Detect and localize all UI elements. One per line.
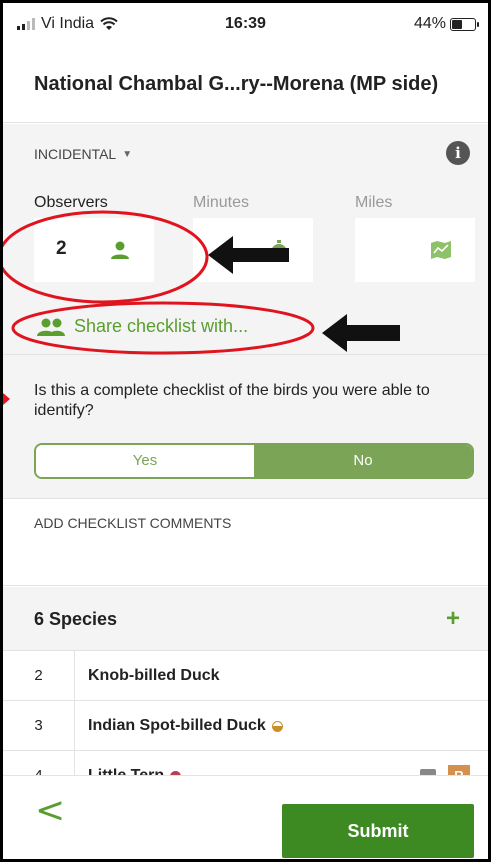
species-header: 6 Species + — [3, 587, 488, 651]
info-icon[interactable]: i — [446, 141, 470, 165]
miles-field[interactable] — [355, 218, 475, 282]
person-icon — [111, 241, 129, 259]
protocol-label: INCIDENTAL — [34, 146, 117, 162]
complete-checklist-section: Is this a complete checklist of the bird… — [3, 355, 488, 499]
species-name: Knob-billed Duck — [88, 667, 220, 684]
submit-button[interactable]: Submit — [282, 804, 474, 858]
observers-field[interactable]: 2 — [34, 218, 154, 282]
observers-label: Observers — [34, 194, 108, 211]
checklist-comments[interactable]: ADD CHECKLIST COMMENTS — [3, 500, 488, 586]
add-species-button[interactable]: + — [446, 605, 460, 633]
share-label: Share checklist with... — [74, 316, 249, 336]
species-count: 6 Species — [34, 609, 118, 629]
page-title: National Chambal G...ry--Morena (MP side… — [34, 73, 439, 95]
species-row-count[interactable]: 3 — [3, 701, 75, 751]
minutes-label: Minutes — [193, 194, 250, 211]
share-checklist-button[interactable]: Share checklist with... — [36, 316, 248, 337]
battery-icon — [450, 17, 479, 31]
stopwatch-icon — [271, 240, 287, 260]
species-row[interactable]: 2 Knob-billed Duck — [3, 651, 488, 701]
species-row-count[interactable]: 2 — [3, 651, 75, 701]
miles-label: Miles — [355, 194, 393, 211]
battery-percent: 44% — [413, 15, 446, 32]
protocol-select[interactable]: INCIDENTAL ▼ — [34, 146, 132, 162]
map-icon — [431, 241, 451, 259]
complete-question: Is this a complete checklist of the bird… — [34, 382, 430, 419]
battery-fill — [452, 19, 462, 29]
minutes-field[interactable] — [193, 218, 313, 282]
species-row-name: Indian Spot-billed Duck — [88, 701, 283, 751]
yes-option[interactable]: Yes — [36, 445, 254, 477]
app-screen: Vi India 16:39 44% National Chambal G...… — [3, 3, 488, 859]
comments-label: ADD CHECKLIST COMMENTS — [34, 515, 232, 531]
status-bar: Vi India 16:39 44% — [3, 3, 488, 47]
bottom-bar: < Submit — [3, 775, 488, 859]
observers-value: 2 — [56, 238, 67, 259]
complete-toggle: Yes No — [34, 443, 474, 479]
people-icon — [37, 318, 65, 336]
back-button[interactable]: < — [35, 790, 65, 831]
species-name: Indian Spot-billed Duck — [88, 717, 266, 734]
title-bar: National Chambal G...ry--Morena (MP side… — [3, 47, 488, 123]
species-row-name: Knob-billed Duck — [88, 651, 220, 701]
no-option[interactable]: No — [254, 445, 472, 477]
caret-down-icon: ▼ — [122, 148, 133, 160]
status-right: 44% — [413, 15, 479, 33]
species-row[interactable]: 3 Indian Spot-billed Duck — [3, 701, 488, 751]
breeding-status-icon — [271, 720, 283, 732]
effort-section: INCIDENTAL ▼ i Observers Minutes Miles 2 — [3, 124, 488, 355]
